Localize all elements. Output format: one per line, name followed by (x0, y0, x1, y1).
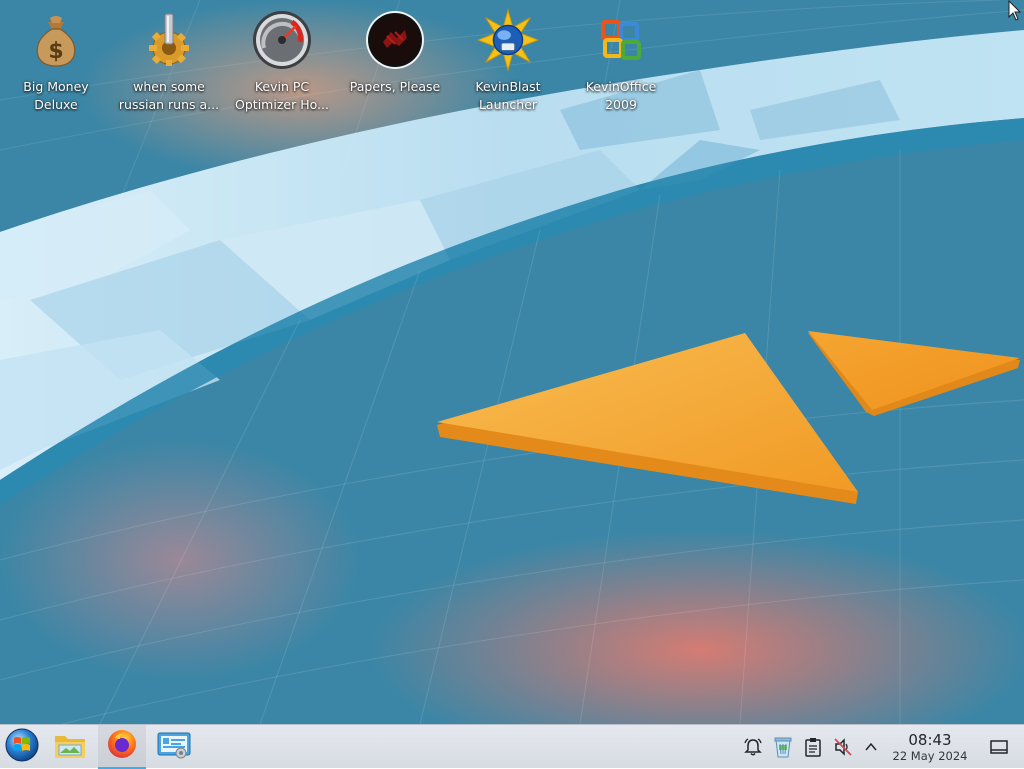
svg-text:$: $ (48, 39, 63, 64)
file-manager-icon (54, 731, 86, 763)
clock-date: 22 May 2024 (892, 749, 968, 763)
papers-please-icon (363, 8, 427, 72)
desktop-icons: $ Big Money Deluxe when some russian run… (0, 0, 1024, 130)
volume-muted-icon[interactable] (832, 736, 854, 758)
clipboard-icon[interactable] (802, 736, 824, 758)
kevinblast-icon (476, 8, 540, 72)
mouse-cursor-icon (1008, 0, 1022, 22)
desktop-icon-kevin-pc-optimizer[interactable]: Kevin PC Optimizer Ho... (226, 8, 338, 114)
start-button[interactable] (0, 725, 44, 769)
gear-icon (137, 8, 201, 72)
desktop-icon-label: Big Money Deluxe (23, 79, 89, 112)
expand-tray-icon[interactable] (860, 736, 882, 758)
money-bag-icon: $ (24, 8, 88, 72)
trash-icon[interactable] (772, 736, 794, 758)
notifications-icon[interactable] (742, 736, 764, 758)
clock[interactable]: 08:43 22 May 2024 (880, 731, 980, 764)
desktop-icon-kevinblast-launcher[interactable]: KevinBlast Launcher (452, 8, 564, 114)
desktop-icon-label: when some russian runs a... (118, 79, 220, 112)
desktop-icon-label: Papers, Please (349, 79, 441, 94)
taskbar: 08:43 22 May 2024 (0, 724, 1024, 769)
start-orb-icon (5, 728, 39, 766)
speedometer-icon (250, 8, 314, 72)
taskbar-firefox[interactable] (98, 725, 146, 769)
office-icon (589, 8, 653, 72)
clock-time: 08:43 (908, 731, 952, 749)
taskbar-file-manager[interactable] (46, 725, 94, 769)
show-desktop-icon[interactable] (988, 736, 1010, 758)
taskbar-system-settings[interactable] (150, 725, 198, 769)
desktop-icon-label: Kevin PC Optimizer Ho... (235, 79, 329, 112)
desktop-icon-kevinoffice-2009[interactable]: KevinOffice 2009 (565, 8, 677, 114)
desktop-icon-label: KevinBlast Launcher (475, 79, 541, 112)
desktop-icon-russian[interactable]: when some russian runs a... (113, 8, 225, 114)
desktop-icon-label: KevinOffice 2009 (585, 79, 657, 112)
firefox-icon (107, 729, 137, 763)
system-settings-icon (157, 731, 191, 763)
desktop-icon-papers-please[interactable]: Papers, Please (339, 8, 451, 96)
desktop-icon-big-money-deluxe[interactable]: $ Big Money Deluxe (0, 8, 112, 114)
